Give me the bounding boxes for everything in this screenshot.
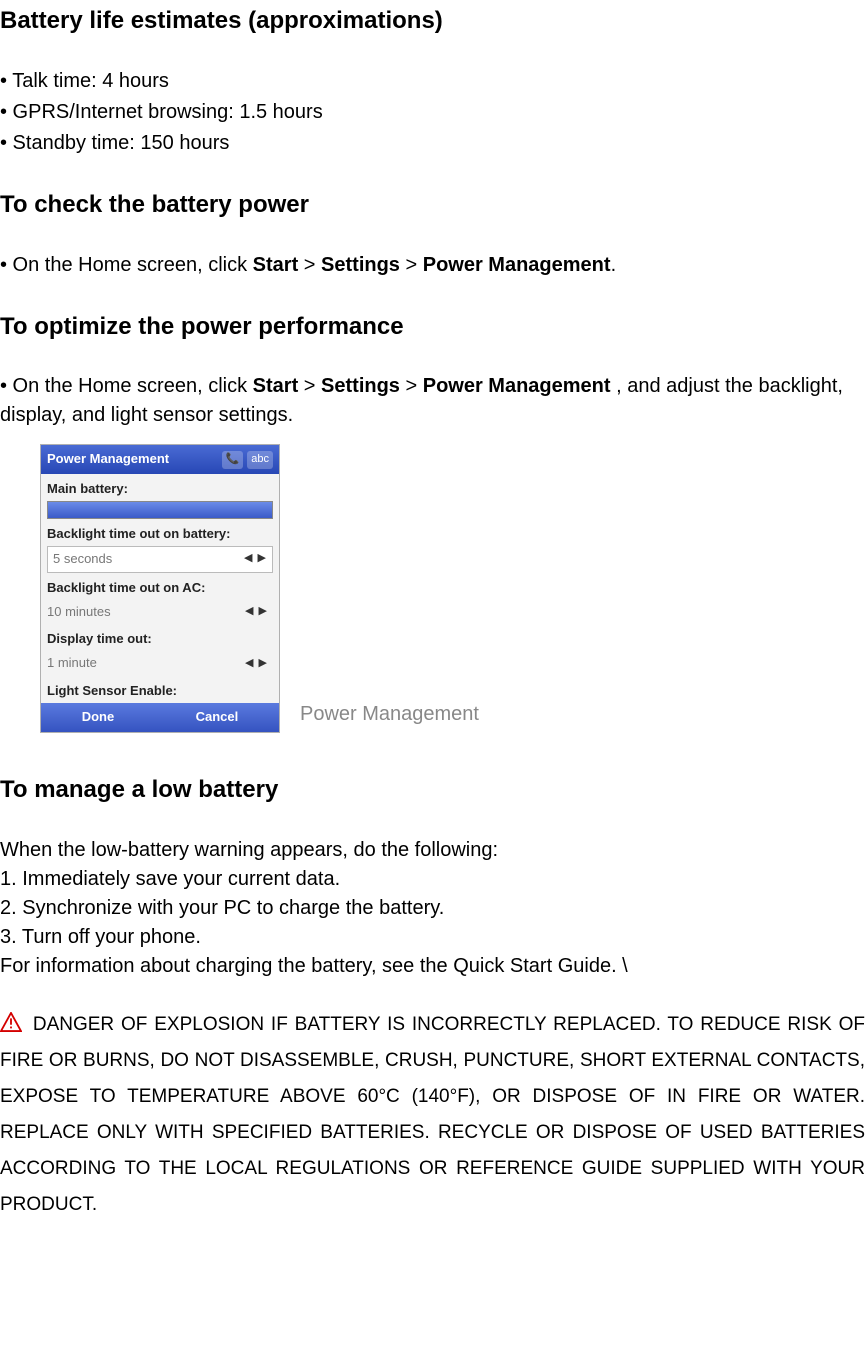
screenshot-figure: Power Management 📞 abc Main battery: Bac… [40, 444, 865, 732]
phone-icon: 📞 [222, 451, 244, 469]
check-power-instruction: • On the Home screen, click Start > Sett… [0, 251, 865, 280]
text: > [298, 254, 321, 276]
bold-settings: Settings [321, 254, 400, 276]
bold-settings: Settings [321, 375, 400, 397]
text: > [400, 254, 423, 276]
spinner-arrows-icon[interactable]: ◀ ▶ [244, 551, 267, 567]
label-main-battery: Main battery: [47, 480, 273, 499]
label-backlight-ac: Backlight time out on AC: [47, 579, 273, 598]
spinner-arrows-icon[interactable]: ◀ ▶ [245, 656, 268, 672]
bold-power-management: Power Management [423, 254, 611, 276]
text: > [400, 375, 423, 397]
warning-triangle-icon [0, 1012, 22, 1032]
heading-low-battery: To manage a low battery [0, 773, 865, 808]
field-value: 10 minutes [47, 603, 111, 622]
text: . [611, 254, 617, 276]
label-backlight-battery: Backlight time out on battery: [47, 525, 273, 544]
bold-start: Start [253, 254, 299, 276]
optimize-instruction: • On the Home screen, click Start > Sett… [0, 372, 865, 430]
power-management-screenshot: Power Management 📞 abc Main battery: Bac… [40, 444, 280, 732]
field-display-timeout[interactable]: 1 minute ◀ ▶ [47, 651, 273, 676]
low-battery-step-3: 3. Turn off your phone. [0, 923, 865, 952]
screenshot-title: Power Management [47, 450, 169, 469]
input-mode-indicator: abc [247, 451, 273, 469]
done-button[interactable]: Done [82, 708, 115, 727]
list-item: • Talk time: 4 hours [0, 67, 865, 96]
low-battery-step-1: 1. Immediately save your current data. [0, 865, 865, 894]
low-battery-step-2: 2. Synchronize with your PC to charge th… [0, 894, 865, 923]
label-light-sensor: Light Sensor Enable: [47, 682, 273, 701]
text: • On the Home screen, click [0, 254, 253, 276]
field-value: 1 minute [47, 654, 97, 673]
list-item: • GPRS/Internet browsing: 1.5 hours [0, 98, 865, 127]
screenshot-caption: Power Management [300, 700, 479, 733]
text: > [298, 375, 321, 397]
low-battery-more-info: For information about charging the batte… [0, 952, 865, 981]
screenshot-titlebar: Power Management 📞 abc [41, 445, 279, 474]
heading-optimize: To optimize the power performance [0, 310, 865, 345]
field-backlight-battery[interactable]: 5 seconds ◀ ▶ [47, 546, 273, 573]
bold-power-management: Power Management [423, 375, 611, 397]
spinner-arrows-icon[interactable]: ◀ ▶ [245, 604, 268, 620]
heading-check-power: To check the battery power [0, 188, 865, 223]
main-battery-bar [47, 501, 273, 519]
list-item: • Standby time: 150 hours [0, 129, 865, 158]
battery-estimates-list: • Talk time: 4 hours • GPRS/Internet bro… [0, 67, 865, 158]
page-title: Battery life estimates (approximations) [0, 4, 865, 39]
field-backlight-ac[interactable]: 10 minutes ◀ ▶ [47, 600, 273, 625]
bold-start: Start [253, 375, 299, 397]
warning-text: DANGER OF EXPLOSION IF BATTERY IS INCORR… [0, 1014, 865, 1215]
warning-block: DANGER OF EXPLOSION IF BATTERY IS INCORR… [0, 1007, 865, 1224]
screenshot-softkeys: Done Cancel [41, 703, 279, 732]
cancel-button[interactable]: Cancel [196, 708, 239, 727]
field-value: 5 seconds [53, 550, 112, 569]
text: • On the Home screen, click [0, 375, 253, 397]
screenshot-status-icons: 📞 abc [222, 451, 273, 469]
low-battery-intro: When the low-battery warning appears, do… [0, 836, 865, 865]
label-display-timeout: Display time out: [47, 630, 273, 649]
